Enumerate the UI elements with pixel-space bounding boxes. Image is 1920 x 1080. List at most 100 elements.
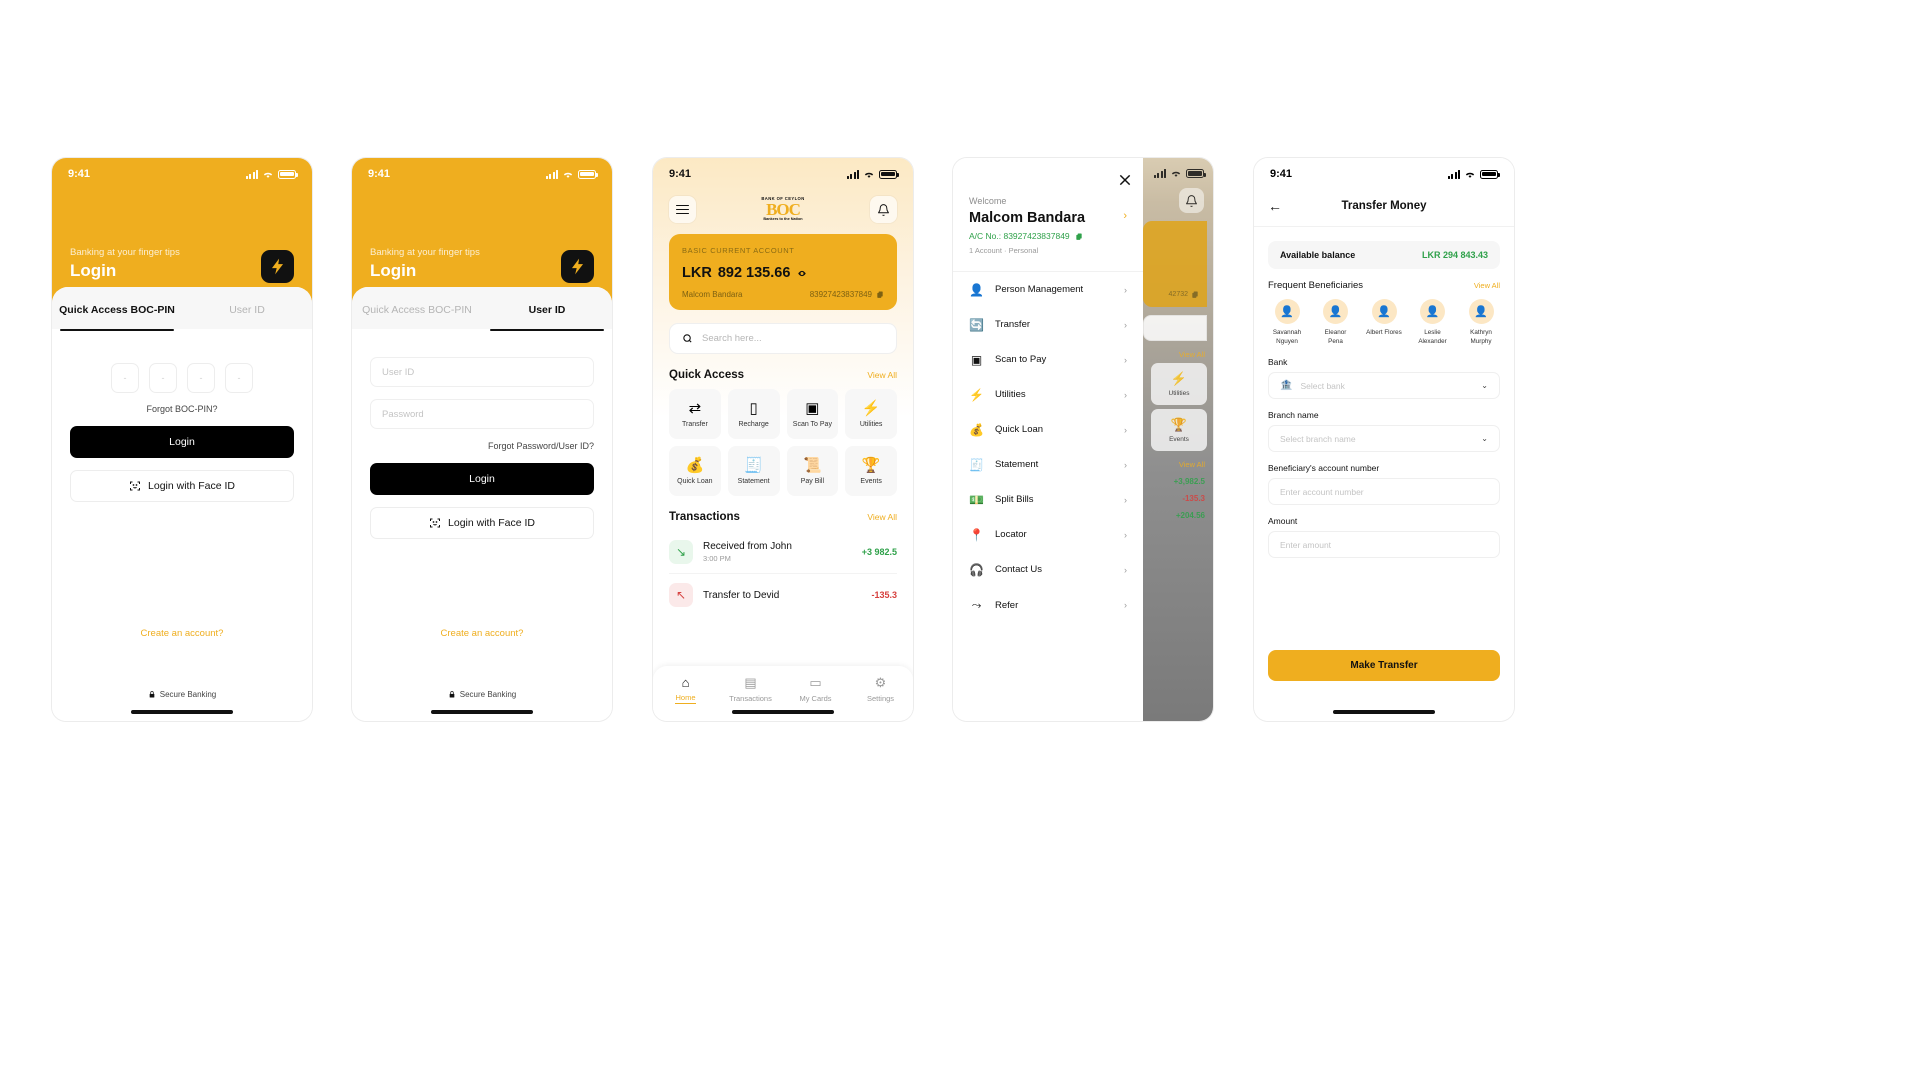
pin-input-row[interactable]: - - - - <box>52 363 312 393</box>
eye-toggle-icon[interactable] <box>796 269 808 278</box>
make-transfer-button[interactable]: Make Transfer <box>1268 650 1500 681</box>
nav-item-my-cards[interactable]: ▭ My Cards <box>783 675 848 703</box>
drawer-item-split-bills[interactable]: 💵 Split Bills › <box>953 482 1143 517</box>
tab-user-id[interactable]: User ID <box>182 287 312 329</box>
password-input[interactable]: Password <box>370 399 594 429</box>
branch-select[interactable]: Select branch name ⌄ <box>1268 425 1500 452</box>
drawer-item-statement[interactable]: 🧾 Statement › <box>953 447 1143 482</box>
login-faceid-label: Login with Face ID <box>148 480 235 492</box>
dimmed-home-preview[interactable]: 42732 View All ⚡ Utilities 🏆 Events View… <box>1143 158 1213 721</box>
quick-access-view-all[interactable]: View All <box>1143 341 1213 359</box>
chevron-right-icon[interactable]: › <box>1123 210 1127 222</box>
login-faceid-button[interactable]: Login with Face ID <box>70 470 294 502</box>
nav-item-transactions[interactable]: ▤ Transactions <box>718 675 783 703</box>
beneficiary-savannah-nguyen[interactable]: 👤 Savannah Nguyen <box>1268 299 1306 346</box>
bank-select[interactable]: 🏦 Select bank ⌄ <box>1268 372 1500 399</box>
transaction-amount: -135.3 <box>871 590 897 600</box>
notification-bell-button[interactable] <box>1179 188 1204 213</box>
drawer-item-scan-to-pay[interactable]: ▣ Scan to Pay › <box>953 342 1143 377</box>
login-faceid-button[interactable]: Login with Face ID <box>370 507 594 539</box>
signal-icon <box>1154 169 1166 178</box>
copy-icon[interactable] <box>1191 290 1199 299</box>
table-row[interactable]: ↖ Transfer to Devid -135.3 <box>669 574 897 616</box>
home-indicator <box>431 710 533 714</box>
drawer-item-label: Contact Us <box>995 564 1042 575</box>
create-account-link[interactable]: Create an account? <box>52 628 312 639</box>
wifi-icon <box>563 172 573 178</box>
quick-access-transfer[interactable]: ⇄ Transfer <box>669 389 721 439</box>
quick-access-utilities[interactable]: ⚡ Utilities <box>845 389 897 439</box>
login-form: User ID Password Forgot Password/User ID… <box>352 331 612 451</box>
qr-scan-icon: ▣ <box>970 352 983 367</box>
amount-input[interactable]: Enter amount <box>1268 531 1500 558</box>
user-id-input[interactable]: User ID <box>370 357 594 387</box>
divider <box>1254 226 1514 227</box>
transactions-title: Transactions <box>669 511 740 523</box>
menu-hamburger-button[interactable] <box>669 196 696 223</box>
drawer-item-quick-loan[interactable]: 💰 Quick Loan › <box>953 412 1143 447</box>
account-number-input[interactable]: Enter account number <box>1268 478 1500 505</box>
quick-access-events[interactable]: 🏆 Events <box>845 446 897 496</box>
drawer-item-contact-us[interactable]: 🎧 Contact Us › <box>953 552 1143 587</box>
bill-icon: 📜 <box>803 456 822 474</box>
quick-access-statement[interactable]: 🧾 Statement <box>727 446 780 496</box>
quick-access-events[interactable]: 🏆 Events <box>1151 409 1207 451</box>
beneficiaries-view-all[interactable]: View All <box>1474 281 1500 290</box>
account-number-tail: 42732 <box>1168 291 1188 298</box>
chevron-right-icon: › <box>1124 319 1127 330</box>
drawer-item-refer[interactable]: ⤳ Refer › <box>953 587 1143 623</box>
login-button[interactable]: Login <box>70 426 294 458</box>
drawer-item-utilities[interactable]: ⚡ Utilities › <box>953 377 1143 412</box>
beneficiary-albert-flores[interactable]: 👤 Albert Flores <box>1365 299 1403 346</box>
quick-access-quick-loan[interactable]: 💰 Quick Loan <box>669 446 721 496</box>
quick-access-pay-bill[interactable]: 📜 Pay Bill <box>786 446 839 496</box>
bell-icon <box>1186 194 1197 207</box>
quick-access-utilities[interactable]: ⚡ Utilities <box>1151 363 1207 405</box>
search-input[interactable]: Search here... <box>669 323 897 354</box>
tab-quick-access-pin[interactable]: Quick Access BOC-PIN <box>352 287 482 329</box>
beneficiary-name: Savannah Nguyen <box>1272 329 1302 345</box>
avatar: 👤 <box>1420 299 1445 324</box>
quick-access-label: Utilities <box>859 420 883 428</box>
table-row[interactable]: ↘ Received from John 3:00 PM +3 982.5 <box>669 531 897 574</box>
view-all-label: View All <box>1178 350 1205 359</box>
quick-access-label: Recharge <box>738 420 769 428</box>
quick-access-title: Quick Access <box>669 369 745 381</box>
beneficiaries-list: 👤 Savannah Nguyen 👤 Eleanor Pena 👤 Albert F… <box>1268 299 1500 346</box>
copy-icon[interactable] <box>876 290 884 299</box>
search-input-preview[interactable] <box>1143 315 1207 341</box>
forgot-password-link[interactable]: Forgot Password/User ID? <box>370 441 594 451</box>
notification-bell-button[interactable] <box>869 196 897 223</box>
headset-icon: 🎧 <box>969 562 984 577</box>
copy-icon[interactable] <box>1075 232 1083 241</box>
transactions-view-all[interactable]: View All <box>1143 451 1213 469</box>
status-icons <box>246 169 298 179</box>
pin-digit-2[interactable]: - <box>149 363 177 393</box>
quick-access-view-all[interactable]: View All <box>867 370 897 380</box>
beneficiary-leslie-alexander[interactable]: 👤 Leslie Alexander <box>1414 299 1452 346</box>
account-card[interactable]: BASIC CURRENT ACCOUNT LKR 892 135.66 Mal… <box>669 234 897 310</box>
beneficiary-kathryn-murphy[interactable]: 👤 Kathryn Murphy <box>1462 299 1500 346</box>
quick-access-label: Events <box>1169 436 1189 443</box>
pin-digit-4[interactable]: - <box>225 363 253 393</box>
nav-item-settings[interactable]: ⚙ Settings <box>848 675 913 703</box>
account-number-placeholder: Enter account number <box>1280 486 1364 497</box>
pin-digit-3[interactable]: - <box>187 363 215 393</box>
pin-digit-1[interactable]: - <box>111 363 139 393</box>
login-button[interactable]: Login <box>370 463 594 495</box>
forgot-pin-link[interactable]: Forgot BOC-PIN? <box>52 404 312 414</box>
drawer-item-label: Person Management <box>995 284 1084 295</box>
create-account-link[interactable]: Create an account? <box>352 628 612 639</box>
beneficiary-eleanor-pena[interactable]: 👤 Eleanor Pena <box>1317 299 1355 346</box>
transactions-view-all[interactable]: View All <box>867 512 897 522</box>
arrow-up-left-icon: ↖ <box>669 583 693 607</box>
drawer-item-locator[interactable]: 📍 Locator › <box>953 517 1143 552</box>
nav-item-home[interactable]: ⌂ Home <box>653 675 718 704</box>
tab-quick-access-pin[interactable]: Quick Access BOC-PIN <box>52 287 182 331</box>
tab-user-id[interactable]: User ID <box>482 287 612 331</box>
login-tabs: Quick Access BOC-PIN User ID <box>352 287 612 331</box>
quick-access-recharge[interactable]: ▯ Recharge <box>727 389 780 439</box>
drawer-item-person-management[interactable]: 👤 Person Management › <box>953 272 1143 307</box>
drawer-item-transfer[interactable]: 🔄 Transfer › <box>953 307 1143 342</box>
quick-access-scan-to-pay[interactable]: ▣ Scan To Pay <box>786 389 839 439</box>
